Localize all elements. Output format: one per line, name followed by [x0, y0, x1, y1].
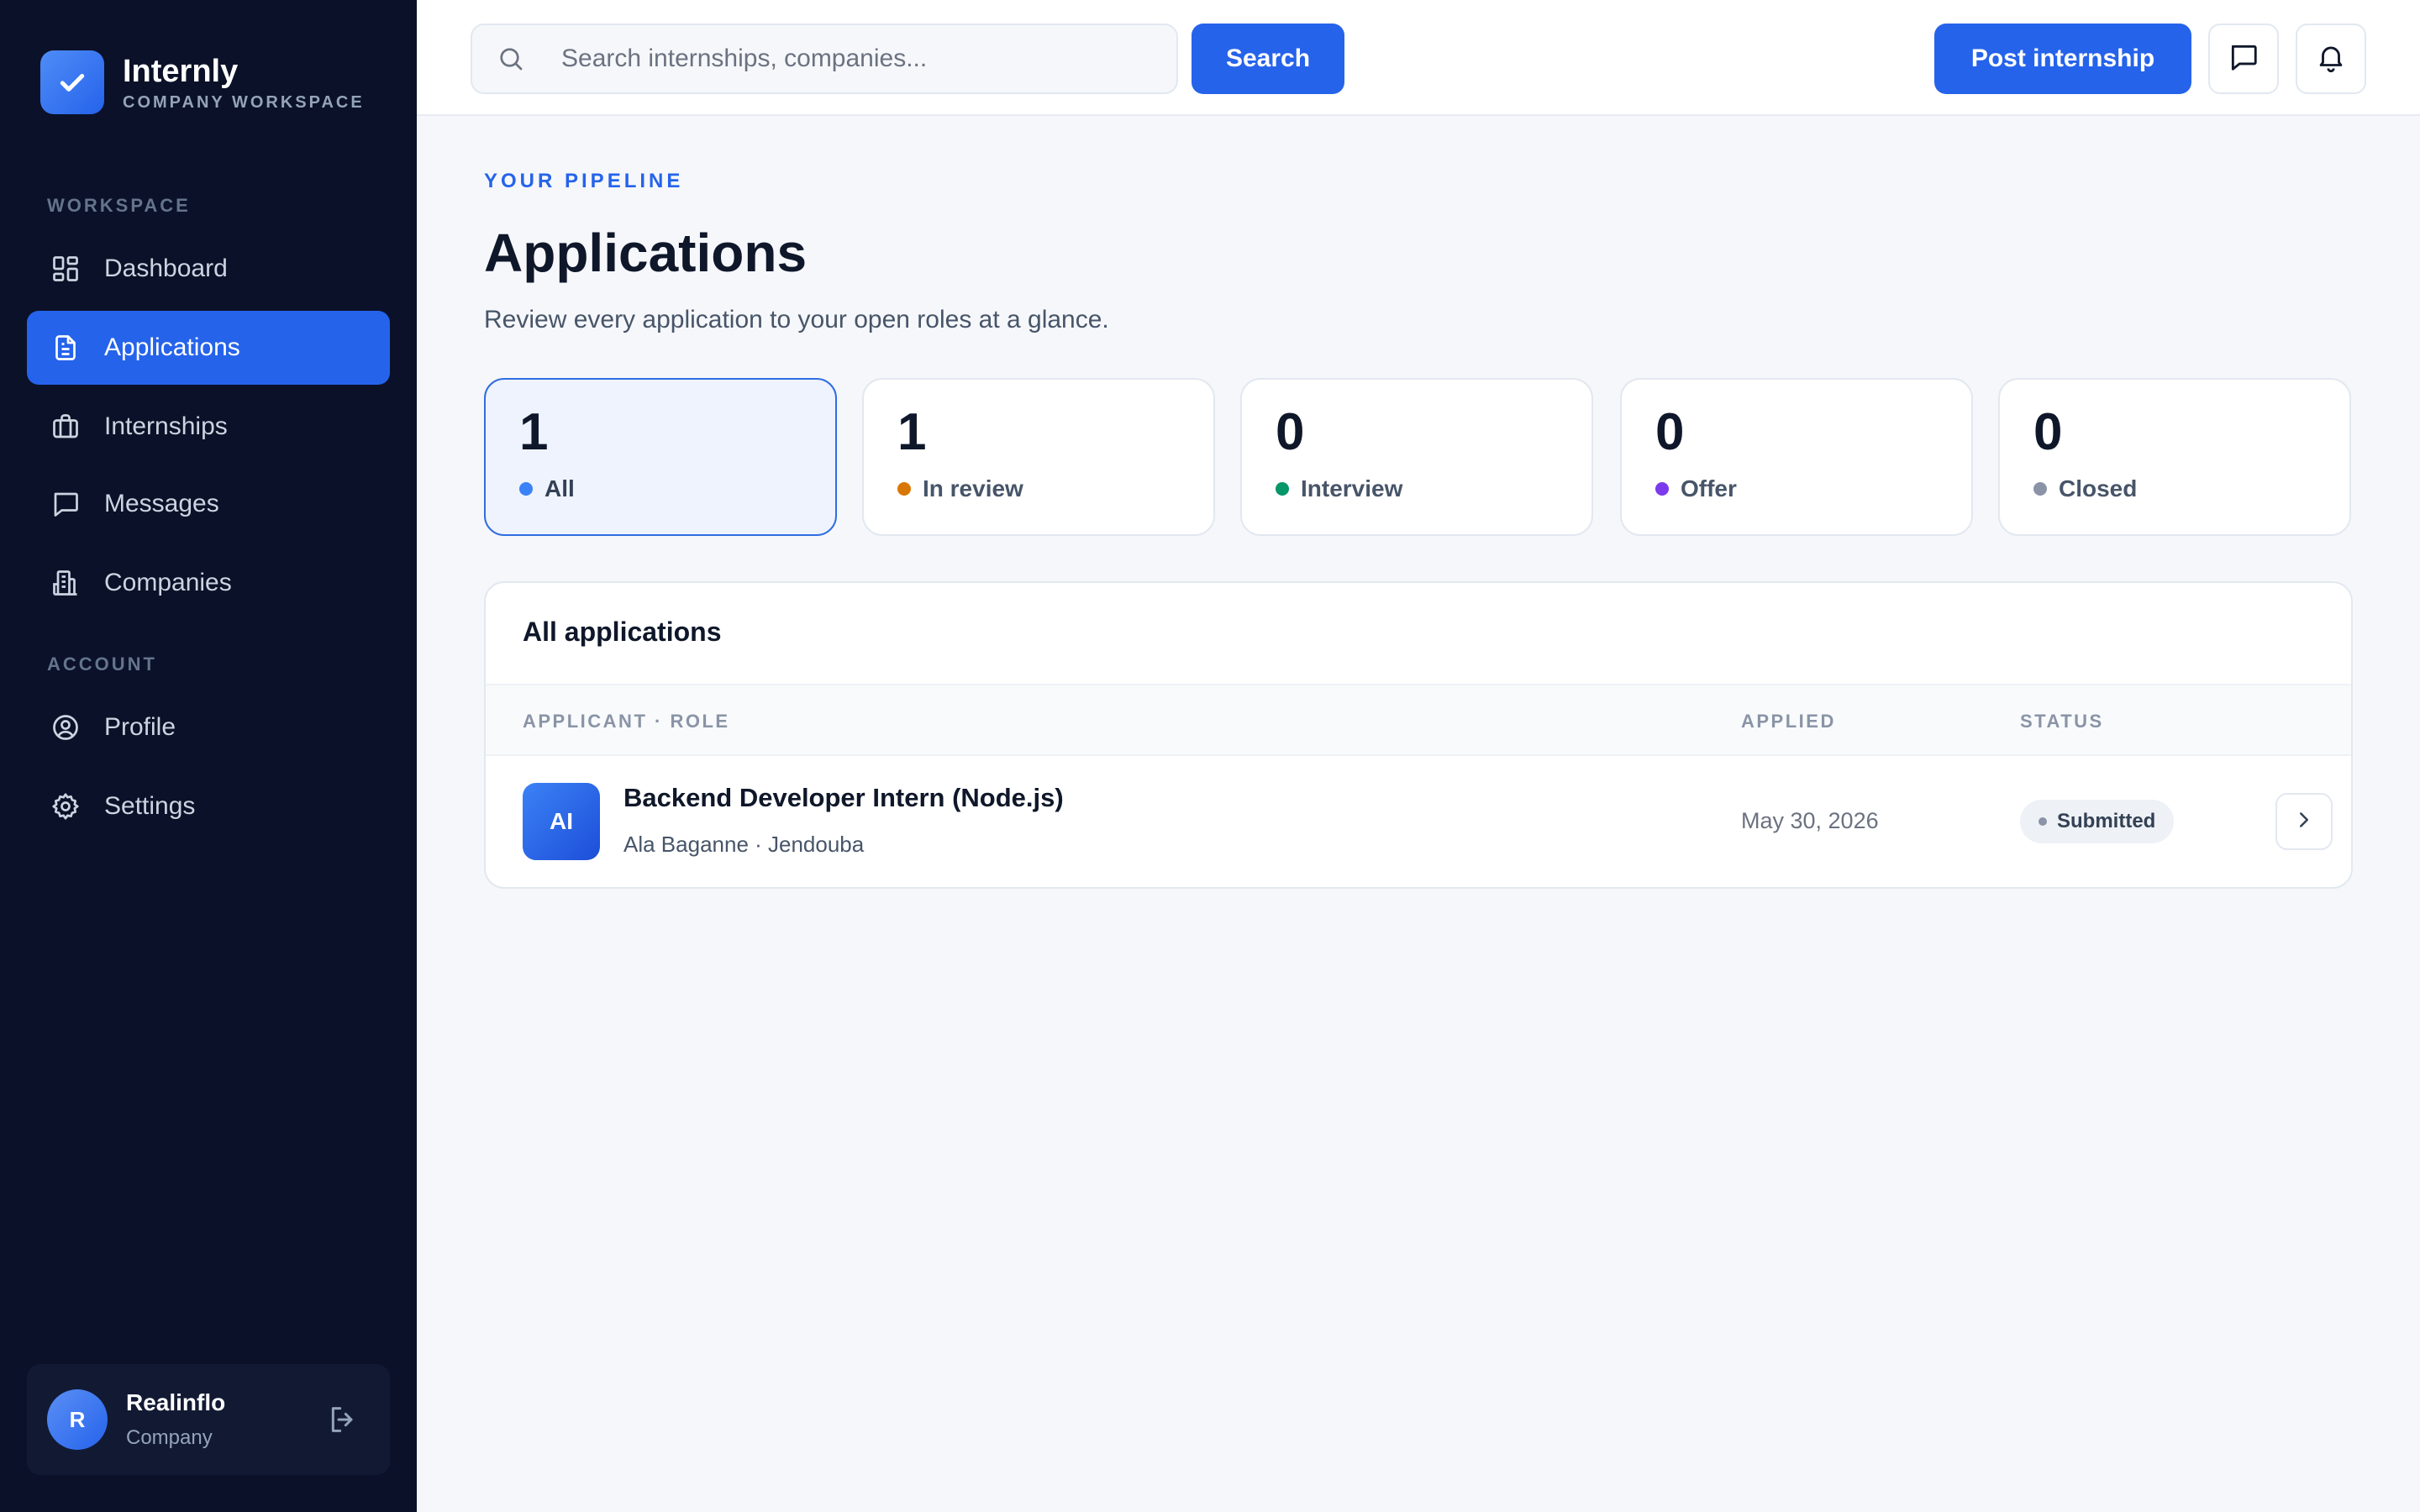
stat-count: 1	[519, 403, 549, 461]
status-dot	[1655, 482, 1669, 496]
status-badge: Submitted	[2020, 800, 2175, 843]
stat-label: All	[544, 475, 575, 501]
column-header-status: STATUS	[2020, 711, 2104, 732]
sidebar-item-profile[interactable]: Profile	[27, 690, 390, 764]
stat-card-all[interactable]: 1 All	[484, 378, 837, 536]
applicant-name: Ala Baganne · Jendouba	[623, 832, 865, 857]
table-header: APPLICANT · ROLE APPLIED STATUS	[486, 684, 2351, 756]
search-box[interactable]	[471, 24, 1178, 94]
column-header-applied: APPLIED	[1741, 711, 1836, 732]
status-dot	[1276, 482, 1289, 496]
brand[interactable]: Internly COMPANY WORKSPACE	[40, 50, 365, 114]
sidebar-item-messages[interactable]: Messages	[27, 467, 390, 541]
stat-count: 1	[897, 403, 927, 461]
applied-date: May 30, 2026	[1741, 808, 1879, 833]
notifications-button[interactable]	[2296, 24, 2366, 94]
stat-count: 0	[2033, 403, 2063, 461]
post-internship-button[interactable]: Post internship	[1934, 24, 2191, 94]
sidebar-item-label: Settings	[104, 792, 196, 820]
gear-icon	[49, 790, 82, 823]
search-button[interactable]: Search	[1192, 24, 1344, 94]
table-title: All applications	[523, 617, 722, 647]
sidebar-item-settings[interactable]: Settings	[27, 769, 390, 843]
bell-icon	[2315, 41, 2347, 77]
sidebar-item-dashboard[interactable]: Dashboard	[27, 232, 390, 306]
check-logo-icon	[40, 50, 104, 114]
status-dot	[2039, 817, 2047, 826]
sidebar-item-internships[interactable]: Internships	[27, 390, 390, 464]
search-icon	[496, 42, 529, 76]
grid-icon	[49, 252, 82, 286]
stat-card-interview[interactable]: 0 Interview	[1240, 378, 1593, 536]
stat-label: Interview	[1301, 475, 1403, 501]
document-icon	[49, 331, 82, 365]
user-name: Realinflo	[126, 1389, 226, 1415]
status-dot	[897, 482, 911, 496]
stat-label: Closed	[2059, 475, 2138, 501]
stat-label: Offer	[1681, 475, 1737, 501]
chevron-right-icon	[2291, 807, 2317, 837]
sidebar-item-label: Companies	[104, 569, 232, 596]
brand-name: Internly	[123, 53, 239, 89]
applicant-avatar: AI	[523, 783, 600, 860]
brand-subtitle: COMPANY WORKSPACE	[123, 92, 365, 112]
sidebar-item-companies[interactable]: Companies	[27, 546, 390, 620]
section-label-workspace: WORKSPACE	[47, 195, 191, 216]
status-dot	[519, 482, 533, 496]
stat-label: In review	[923, 475, 1023, 501]
table-row[interactable]: AI Backend Developer Intern (Node.js) Al…	[486, 756, 2351, 887]
user-circle-icon	[49, 711, 82, 744]
sidebar-item-applications[interactable]: Applications	[27, 311, 390, 385]
status-label: Submitted	[2057, 810, 2156, 832]
sidebar-item-label: Internships	[104, 412, 228, 440]
chat-icon	[49, 487, 82, 521]
avatar: R	[47, 1389, 108, 1450]
applications-table: All applications APPLICANT · ROLE APPLIE…	[484, 581, 2353, 889]
stat-card-in-review[interactable]: 1 In review	[862, 378, 1215, 536]
user-card[interactable]: R Realinflo Company	[27, 1364, 390, 1475]
sidebar-item-label: Profile	[104, 713, 176, 741]
topbar: Search Post internship	[417, 0, 2420, 116]
stat-count: 0	[1276, 403, 1305, 461]
page-eyebrow: YOUR PIPELINE	[484, 170, 684, 192]
chat-icon	[2228, 41, 2260, 77]
stat-card-closed[interactable]: 0 Closed	[1998, 378, 2351, 536]
page-description: Review every application to your open ro…	[484, 306, 1109, 333]
sidebar: Internly COMPANY WORKSPACE WORKSPACE Das…	[0, 0, 417, 1512]
logout-icon[interactable]	[326, 1403, 360, 1436]
section-label-account: ACCOUNT	[47, 654, 157, 675]
stat-count: 0	[1655, 403, 1685, 461]
page-title: Applications	[484, 223, 808, 283]
stat-card-offer[interactable]: 0 Offer	[1620, 378, 1973, 536]
role-title: Backend Developer Intern (Node.js)	[623, 783, 1064, 812]
sidebar-item-label: Messages	[104, 490, 219, 517]
open-application-button[interactable]	[2275, 793, 2333, 850]
sidebar-item-label: Applications	[104, 333, 240, 361]
briefcase-icon	[49, 410, 82, 444]
sidebar-item-label: Dashboard	[104, 255, 228, 282]
user-role: Company	[126, 1426, 213, 1449]
column-header-applicant-role: APPLICANT · ROLE	[523, 711, 730, 732]
status-dot	[2033, 482, 2047, 496]
building-icon	[49, 566, 82, 600]
messages-button[interactable]	[2208, 24, 2279, 94]
main-content: YOUR PIPELINE Applications Review every …	[417, 116, 2420, 1512]
search-input[interactable]	[561, 45, 1150, 73]
